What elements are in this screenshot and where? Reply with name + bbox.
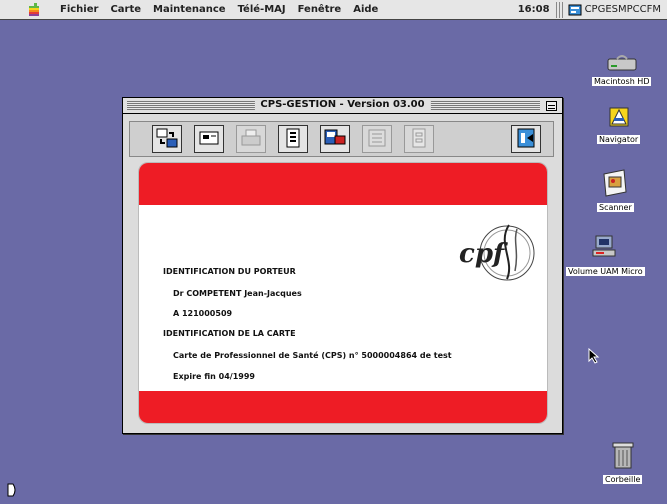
menu-aide[interactable]: Aide bbox=[347, 4, 384, 15]
menu-fichier[interactable]: Fichier bbox=[54, 4, 104, 15]
window-title-bar[interactable]: CPS-GESTION - Version 03.00 bbox=[123, 98, 562, 114]
card-icon bbox=[197, 127, 221, 152]
menu-separator bbox=[555, 1, 564, 18]
desktop-icon-volume-uam-micro[interactable]: Volume UAM Micro bbox=[566, 232, 645, 276]
cpf-logo-text: cpf bbox=[459, 239, 505, 269]
menu-fenetre[interactable]: Fenêtre bbox=[292, 4, 348, 15]
application-name: CPGESMPCCFM bbox=[584, 4, 661, 15]
navigator-icon bbox=[604, 104, 634, 133]
application-icon bbox=[568, 3, 582, 17]
desktop-icon-label: Volume UAM Micro bbox=[566, 267, 645, 276]
exit-icon bbox=[514, 127, 538, 152]
apple-menu-icon[interactable] bbox=[26, 2, 42, 18]
read-card-icon bbox=[155, 127, 179, 152]
network-volume-icon bbox=[590, 232, 620, 265]
toolbar bbox=[129, 121, 554, 157]
card-top-band bbox=[139, 163, 547, 205]
toolbar-exit-button[interactable] bbox=[511, 125, 541, 153]
desktop-icon-scanner[interactable]: Scanner bbox=[597, 168, 634, 212]
toolbar-form-button[interactable] bbox=[404, 125, 434, 153]
collapse-box-icon[interactable] bbox=[546, 101, 557, 111]
scanner-icon bbox=[600, 168, 630, 201]
card-expiry: Expire fin 04/1999 bbox=[173, 372, 255, 381]
speaker-icon bbox=[6, 482, 18, 498]
desktop-icon-label: Macintosh HD bbox=[592, 77, 652, 86]
window-title: CPS-GESTION - Version 03.00 bbox=[254, 99, 431, 110]
toolbar-card-button[interactable] bbox=[194, 125, 224, 153]
toolbar-print-button[interactable] bbox=[236, 125, 266, 153]
menu-clock[interactable]: 16:08 bbox=[518, 4, 556, 15]
card-heading: IDENTIFICATION DE LA CARTE bbox=[163, 329, 296, 338]
document-icon bbox=[281, 127, 305, 152]
desktop-icon-label: Scanner bbox=[597, 203, 634, 212]
holder-name: Dr COMPETENT Jean-Jacques bbox=[173, 289, 302, 298]
holder-id: A 121000509 bbox=[173, 309, 233, 318]
toolbar-read-card-button[interactable] bbox=[152, 125, 182, 153]
holder-heading: IDENTIFICATION DU PORTEUR bbox=[163, 267, 296, 276]
application-menu[interactable]: CPGESMPCCFM bbox=[568, 3, 667, 17]
toolbar-document-button[interactable] bbox=[278, 125, 308, 153]
hard-drive-icon bbox=[607, 54, 637, 75]
menu-carte[interactable]: Carte bbox=[104, 4, 147, 15]
card-type: Carte de Professionnel de Santé (CPS) n°… bbox=[173, 351, 452, 360]
print-icon bbox=[239, 127, 263, 152]
menu-tele-maj[interactable]: Télé-MAJ bbox=[232, 4, 292, 15]
cps-card: cpf IDENTIFICATION DU PORTEUR Dr COMPETE… bbox=[138, 162, 548, 424]
desktop-icon-label: Navigator bbox=[597, 135, 641, 144]
card-bottom-band bbox=[139, 391, 547, 423]
mouse-pointer-icon bbox=[588, 347, 600, 364]
menu-maintenance[interactable]: Maintenance bbox=[147, 4, 232, 15]
toolbar-list-button[interactable] bbox=[362, 125, 392, 153]
list-icon bbox=[365, 127, 389, 152]
desktop-icon-corbeille[interactable]: Corbeille bbox=[603, 440, 643, 484]
desktop-icon-navigator[interactable]: Navigator bbox=[597, 104, 641, 144]
desktop-icon-label: Corbeille bbox=[603, 475, 643, 484]
cpf-logo-icon: cpf bbox=[457, 221, 547, 283]
cps-gestion-window[interactable]: CPS-GESTION - Version 03.00 cpf IDENTIFI… bbox=[122, 97, 563, 434]
card-terminal-icon bbox=[323, 127, 347, 152]
toolbar-card-terminal-button[interactable] bbox=[320, 125, 350, 153]
trash-icon bbox=[610, 440, 636, 473]
form-icon bbox=[407, 127, 431, 152]
menu-bar: Fichier Carte Maintenance Télé-MAJ Fenêt… bbox=[0, 0, 667, 20]
desktop-icon-macintosh-hd[interactable]: Macintosh HD bbox=[592, 54, 652, 86]
